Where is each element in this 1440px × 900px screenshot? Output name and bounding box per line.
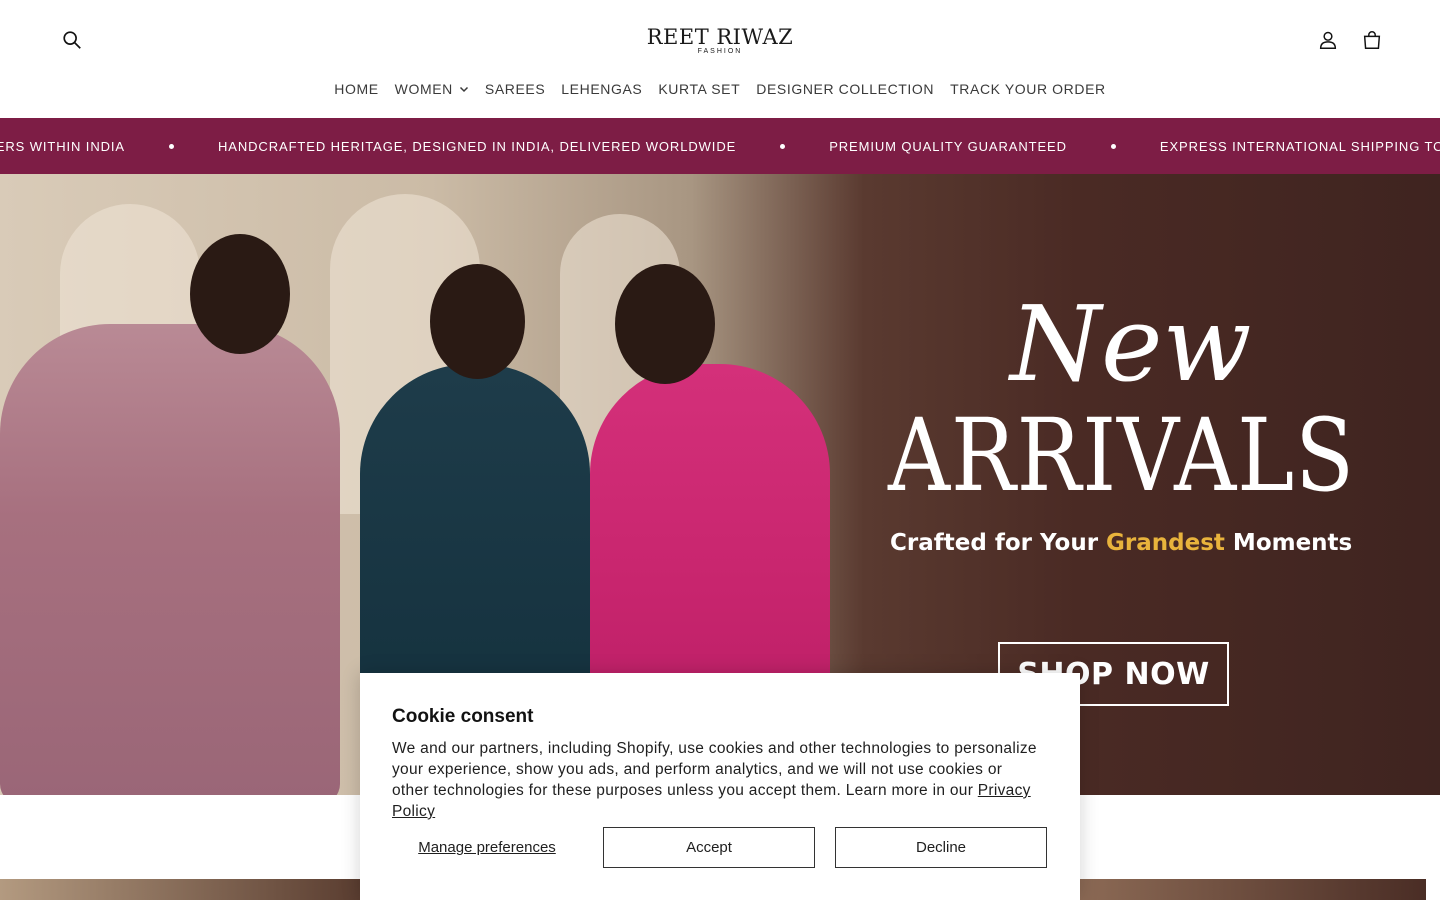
model-head	[430, 264, 525, 379]
nav-item-sarees[interactable]: SAREES	[477, 78, 553, 100]
announcement-message: L ORDERS WITHIN INDIA	[0, 138, 125, 154]
model-figure	[0, 324, 340, 795]
manage-preferences-button[interactable]: Manage preferences	[392, 827, 582, 868]
separator-dot	[168, 143, 174, 149]
main-nav: HOME WOMEN SAREES LEHENGAS KURTA SET DES…	[0, 78, 1440, 100]
hero-heading-new: New	[1010, 283, 1252, 405]
nav-item-home[interactable]: HOME	[326, 78, 386, 100]
site-header: REET RIWAZ FASHION HOME WOMEN SAREES LEH…	[0, 0, 1440, 118]
announcement-message: PREMIUM QUALITY GUARANTEED	[829, 138, 1067, 154]
nav-item-designer-collection[interactable]: DESIGNER COLLECTION	[748, 78, 942, 100]
account-button[interactable]	[1312, 24, 1344, 56]
nav-label: TRACK YOUR ORDER	[950, 81, 1106, 97]
tagline-highlight: Grandest	[1106, 530, 1225, 556]
cookie-title: Cookie consent	[392, 706, 534, 727]
nav-item-women[interactable]: WOMEN	[387, 78, 477, 100]
announcement-message: EXPRESS INTERNATIONAL SHIPPING TO USA, U…	[1159, 138, 1440, 154]
separator-dot	[780, 143, 786, 149]
search-button[interactable]	[56, 24, 88, 56]
announcement-bar: L ORDERS WITHIN INDIA HANDCRAFTED HERITA…	[0, 118, 1440, 174]
chevron-down-icon	[459, 86, 468, 93]
tagline-text: Crafted for Your	[890, 530, 1107, 556]
hero-tagline: Crafted for Your Grandest Moments	[890, 530, 1352, 556]
nav-label: KURTA SET	[658, 81, 741, 97]
model-head	[190, 234, 290, 354]
cookie-consent-dialog: Cookie consent We and our partners, incl…	[360, 673, 1080, 900]
model-head	[615, 264, 715, 384]
nav-item-track-order[interactable]: TRACK YOUR ORDER	[942, 78, 1114, 100]
nav-label: HOME	[334, 81, 379, 97]
nav-label: SAREES	[484, 81, 546, 97]
tagline-text: Moments	[1224, 530, 1353, 556]
decline-button[interactable]: Decline	[835, 827, 1047, 868]
hero-heading-arrivals: ARRIVALS	[888, 397, 1355, 514]
logo-subtext: FASHION	[697, 48, 743, 55]
nav-label: LEHENGAS	[561, 81, 643, 97]
site-logo[interactable]: REET RIWAZ FASHION	[620, 26, 820, 56]
bag-icon	[1363, 31, 1381, 49]
separator-dot	[1110, 143, 1116, 149]
nav-label: WOMEN	[394, 81, 453, 97]
logo-text: REET RIWAZ	[646, 25, 794, 49]
collection-card-image[interactable]	[1080, 879, 1426, 900]
search-icon	[63, 31, 81, 49]
cookie-description: We and our partners, including Shopify, …	[392, 738, 1042, 822]
nav-item-kurta-set[interactable]: KURTA SET	[650, 78, 748, 100]
accept-button[interactable]: Accept	[603, 827, 815, 868]
nav-label: DESIGNER COLLECTION	[756, 81, 935, 97]
nav-item-lehengas[interactable]: LEHENGAS	[553, 78, 650, 100]
collection-card-image[interactable]	[0, 879, 360, 900]
announcement-message: HANDCRAFTED HERITAGE, DESIGNED IN INDIA,…	[217, 138, 737, 154]
announcement-track: L ORDERS WITHIN INDIA HANDCRAFTED HERITA…	[0, 118, 1440, 174]
cookie-body-text: We and our partners, including Shopify, …	[392, 740, 1037, 799]
cart-button[interactable]	[1356, 24, 1388, 56]
user-icon	[1319, 31, 1337, 49]
